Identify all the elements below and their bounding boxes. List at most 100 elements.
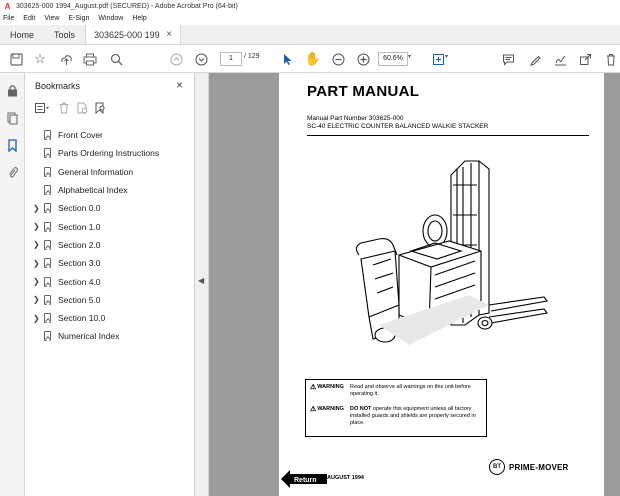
title-bar: A 303625-000 1994_August.pdf (SECURED) -… <box>0 0 620 12</box>
warning-row: ⚠ WARNING DO NOT operate this equipment u… <box>310 406 480 427</box>
hand-tool-icon[interactable]: ✋ <box>305 51 321 67</box>
fit-dropdown-icon[interactable]: ▾ <box>445 53 448 60</box>
bookmark-item[interactable]: ❯ Section 1.0 <box>25 217 195 235</box>
return-button[interactable]: Return <box>281 470 327 488</box>
select-cursor-icon[interactable] <box>280 51 296 67</box>
bookmark-label: Numerical Index <box>58 331 120 342</box>
zoom-level-input[interactable]: 60.6% <box>378 52 408 66</box>
page-total: / 129 <box>244 53 260 60</box>
brand-logo: BT PRIME-MOVER <box>489 459 569 475</box>
zoom-in-icon[interactable] <box>355 51 371 67</box>
comment-icon[interactable] <box>500 51 516 67</box>
lock-icon[interactable] <box>6 84 19 97</box>
menu-edit[interactable]: Edit <box>23 15 35 22</box>
menu-window[interactable]: Window <box>98 15 123 22</box>
warning-badge-label: WARNING <box>317 406 344 412</box>
manual-heading: PART MANUAL <box>307 83 420 100</box>
page-number-input[interactable]: 1 <box>220 52 242 66</box>
walkie-stacker-illustration <box>355 160 548 345</box>
publication-date: AUGUST 1994 <box>327 475 364 481</box>
bookmarks-toolbar <box>35 101 111 115</box>
bookmark-list: Front Cover Parts Ordering Instructions … <box>25 126 195 346</box>
bookmark-item[interactable]: ❯ Section 3.0 <box>25 254 195 272</box>
bookmark-item[interactable]: Parts Ordering Instructions <box>25 144 195 162</box>
bookmark-item[interactable]: Alphabetical Index <box>25 181 195 199</box>
chevron-right-icon[interactable]: ❯ <box>33 295 40 304</box>
bt-logo-icon: BT <box>489 459 505 475</box>
bookmark-label: Section 0.0 <box>58 203 101 214</box>
bookmark-item[interactable]: ❯ Section 2.0 <box>25 236 195 254</box>
bookmark-icon <box>44 276 51 287</box>
bookmark-options-icon[interactable] <box>35 101 49 115</box>
bookmark-label: Section 4.0 <box>58 276 101 287</box>
attachments-icon[interactable] <box>6 166 19 179</box>
next-page-icon[interactable] <box>193 51 209 67</box>
chevron-right-icon[interactable]: ❯ <box>33 314 40 323</box>
chevron-right-icon[interactable]: ❯ <box>33 240 40 249</box>
bookmarks-panel: Bookmarks × Front Cover Parts Ordering I… <box>25 73 195 496</box>
document-viewport[interactable]: PART MANUAL Manual Part Number 303625-00… <box>209 73 620 496</box>
tab-home-label: Home <box>10 29 35 40</box>
save-icon[interactable] <box>8 51 24 67</box>
sign-icon[interactable] <box>552 51 568 67</box>
menu-bar: File Edit View E-Sign Window Help <box>0 12 620 25</box>
bookmark-icon <box>44 221 51 232</box>
warning-row: ⚠ WARNING Read and observe all warnings o… <box>310 384 480 398</box>
menu-esign[interactable]: E-Sign <box>68 15 89 22</box>
fit-page-icon[interactable] <box>430 51 446 67</box>
menu-file[interactable]: File <box>3 15 14 22</box>
bookmark-label: Section 3.0 <box>58 258 101 269</box>
search-icon[interactable] <box>108 51 124 67</box>
new-bookmark-icon[interactable] <box>75 101 89 115</box>
delete-bookmark-icon[interactable] <box>57 101 71 115</box>
warning-badge: ⚠ WARNING <box>310 384 350 398</box>
menu-help[interactable]: Help <box>132 15 146 22</box>
tab-home[interactable]: Home <box>0 25 44 44</box>
chevron-right-icon[interactable]: ❯ <box>33 222 40 231</box>
bookmark-icon <box>44 203 51 214</box>
tab-tools-label: Tools <box>54 29 76 40</box>
highlight-pen-icon[interactable] <box>527 51 543 67</box>
bookmark-item[interactable]: ❯ Section 5.0 <box>25 291 195 309</box>
close-panel-icon[interactable]: × <box>176 78 183 92</box>
tab-tools[interactable]: Tools <box>44 25 85 44</box>
bookmark-item[interactable]: General Information <box>25 163 195 181</box>
warning-box: ⚠ WARNING Read and observe all warnings o… <box>305 379 487 437</box>
print-icon[interactable] <box>82 51 98 67</box>
bookmark-icon <box>44 239 51 250</box>
bookmarks-panel-icon[interactable] <box>6 139 19 153</box>
page-thumbnails-icon[interactable] <box>6 112 19 125</box>
share-icon[interactable] <box>577 51 593 67</box>
zoom-dropdown-icon[interactable]: ▾ <box>408 53 411 60</box>
window-title: 303625-000 1994_August.pdf (SECURED) - A… <box>16 2 238 10</box>
chevron-right-icon[interactable]: ❯ <box>33 277 40 286</box>
tab-document[interactable]: 303625-000 1994_... × <box>85 25 182 44</box>
panel-collapse-strip[interactable]: ◀ <box>195 73 209 496</box>
zoom-out-icon[interactable] <box>330 51 346 67</box>
star-icon[interactable]: ☆ <box>32 51 48 67</box>
acrobat-app-icon: A <box>4 1 11 11</box>
bookmarks-title: Bookmarks <box>35 81 81 91</box>
warning-badge-label: WARNING <box>317 384 344 390</box>
bookmark-item[interactable]: Numerical Index <box>25 327 195 345</box>
delete-icon[interactable] <box>603 51 619 67</box>
upload-icon[interactable] <box>58 51 74 67</box>
bookmark-label: General Information <box>58 166 134 177</box>
menu-view[interactable]: View <box>44 15 59 22</box>
bookmark-icon <box>44 130 51 141</box>
find-bookmark-icon[interactable] <box>93 101 107 115</box>
bookmark-label: Section 5.0 <box>58 294 101 305</box>
bookmark-item[interactable]: ❯ Section 10.0 <box>25 309 195 327</box>
bookmark-item[interactable]: ❯ Section 4.0 <box>25 272 195 290</box>
part-number-line: Manual Part Number 303625-000 <box>307 115 404 122</box>
chevron-right-icon[interactable]: ❯ <box>33 259 40 268</box>
bookmark-item[interactable]: ❯ Section 0.0 <box>25 199 195 217</box>
collapse-left-icon[interactable]: ◀ <box>198 276 204 285</box>
close-tab-icon[interactable]: × <box>166 29 172 40</box>
bookmark-icon <box>44 148 51 159</box>
tab-document-label: 303625-000 1994_... <box>94 29 160 40</box>
previous-page-icon[interactable] <box>168 51 184 67</box>
bookmark-item[interactable]: Front Cover <box>25 126 195 144</box>
brand-name: PRIME-MOVER <box>509 462 569 472</box>
chevron-right-icon[interactable]: ❯ <box>33 204 40 213</box>
